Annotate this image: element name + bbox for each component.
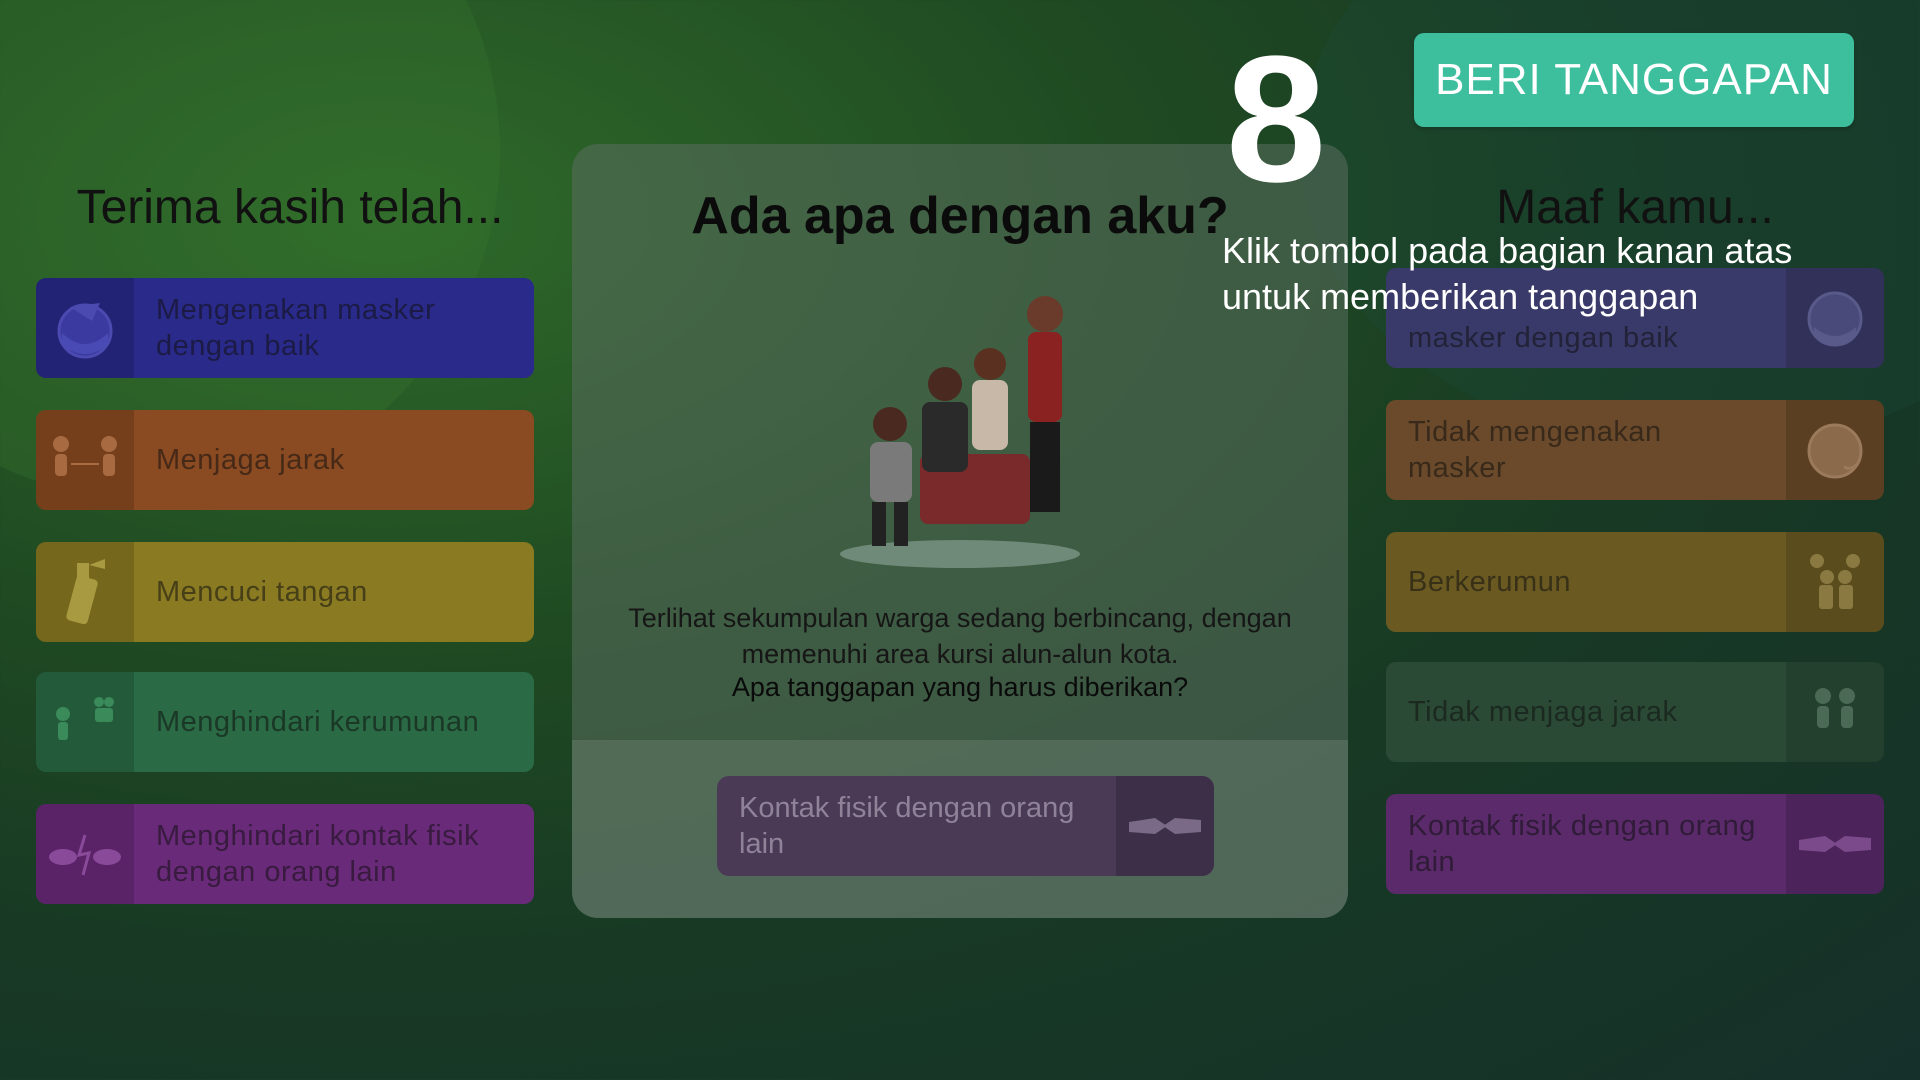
right-card-no-distance: Tidak menjaga jarak xyxy=(1386,662,1884,762)
card-label: Kontak fisik dengan orang lain xyxy=(1408,810,1756,878)
answer-card[interactable]: Kontak fisik dengan orang lain xyxy=(717,776,1214,876)
card-label: Menghindari kontak fisik dengan orang la… xyxy=(156,820,480,888)
right-card-no-mask: Tidak mengenakan masker xyxy=(1386,400,1884,500)
answer-label: Kontak fisik dengan orang lain xyxy=(739,792,1075,860)
right-card-crowd: Berkerumun xyxy=(1386,532,1884,632)
avoid-crowd-icon xyxy=(36,672,134,772)
crowd-icon xyxy=(1786,532,1884,632)
scenario-question: Apa tanggapan yang harus diberikan? xyxy=(731,672,1189,702)
avoid-contact-icon xyxy=(36,804,134,904)
left-card-avoid-contact: Menghindari kontak fisik dengan orang la… xyxy=(36,804,534,904)
left-card-mask: Mengenakan masker dengan baik xyxy=(36,278,534,378)
card-label: Berkerumun xyxy=(1408,566,1571,598)
card-label: Menghindari kerumunan xyxy=(156,706,480,738)
no-mask-head-icon xyxy=(1786,400,1884,500)
card-label: Mencuci tangan xyxy=(156,576,368,608)
distance-people-icon xyxy=(36,410,134,510)
left-panel-title: Terima kasih telah... xyxy=(76,181,504,234)
left-card-avoid-crowd: Menghindari kerumunan xyxy=(36,672,534,772)
hint-text: Klik tombol pada bagian kanan atas untuk… xyxy=(1222,230,1793,317)
countdown-timer: 8 xyxy=(1226,19,1327,220)
card-label: Tidak mengenakan masker xyxy=(1408,416,1662,484)
card-label: Menjaga jarak xyxy=(156,444,345,476)
handshake-icon xyxy=(1116,776,1214,876)
scenario-description: Terlihat sekumpulan warga sedang berbinc… xyxy=(628,603,1292,669)
right-panel-title: Maaf kamu... xyxy=(1496,181,1774,234)
sanitizer-spray-icon xyxy=(36,542,134,642)
close-people-icon xyxy=(1786,662,1884,762)
scenario-illustration xyxy=(830,274,1090,574)
card-label: Mengenakan masker dengan baik xyxy=(156,294,436,362)
card-label: Tidak menjaga jarak xyxy=(1408,696,1678,728)
left-card-distance: Menjaga jarak xyxy=(36,410,534,510)
handshake-icon xyxy=(1786,794,1884,894)
respond-button[interactable]: BERI TANGGAPAN xyxy=(1414,33,1854,127)
right-card-contact: Kontak fisik dengan orang lain xyxy=(1386,794,1884,894)
mask-head-icon xyxy=(36,278,134,378)
left-card-wash: Mencuci tangan xyxy=(36,542,534,642)
